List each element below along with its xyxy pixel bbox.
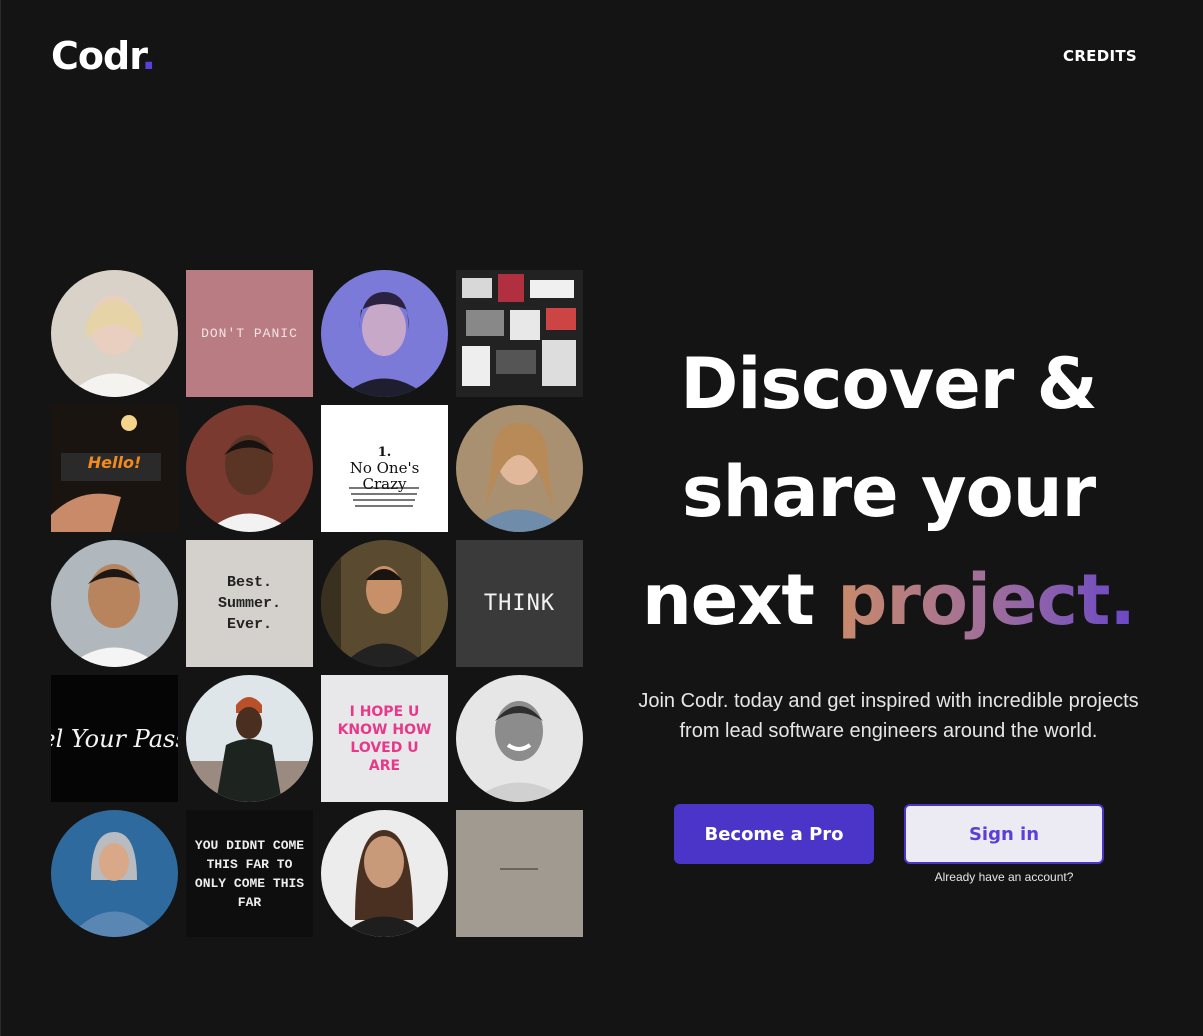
portrait-man-black-white xyxy=(456,675,583,802)
best-summer-ever-image: Best. Summer. Ever. xyxy=(186,540,313,667)
sign-in-button[interactable]: Sign in xyxy=(904,804,1104,864)
portrait-woman-smiling xyxy=(321,810,448,937)
portrait-woman-red-background xyxy=(186,405,313,532)
headline-line-1: Discover & xyxy=(680,343,1097,425)
headline-accent: project. xyxy=(837,559,1136,641)
sign-in-hint: Already have an account? xyxy=(934,870,1074,884)
logo-dot: . xyxy=(141,34,156,78)
think-chalk-image: THINK xyxy=(456,540,583,667)
logo-text: Codr xyxy=(51,34,143,78)
become-pro-button[interactable]: Become a Pro xyxy=(674,804,874,864)
portrait-blonde-woman xyxy=(51,270,178,397)
headline-line-3: next project. xyxy=(631,546,1146,654)
portrait-man-orange-beanie xyxy=(186,675,313,802)
portrait-man-forest xyxy=(321,540,448,667)
no-ones-crazy-book-image: 1. No One's Crazy xyxy=(321,405,448,532)
portrait-woman-denim-jacket xyxy=(456,405,583,532)
motivational-letterboard-image: YOU DIDNT COME THIS FAR TO ONLY COME THI… xyxy=(186,810,313,937)
hero-headline: Discover & share your next project. xyxy=(631,330,1146,654)
hello-sign-image: Hello! xyxy=(51,405,178,532)
sticker-collage-image xyxy=(456,270,583,397)
dont-panic-sign-image: DON'T PANIC xyxy=(186,270,313,397)
portrait-woman-blue-light xyxy=(321,270,448,397)
neon-love-sign-image: I HOPE U KNOW HOW LOVED U ARE xyxy=(321,675,448,802)
hero-subtitle: Join Codr. today and get inspired with i… xyxy=(638,690,1139,742)
neon-sign-image: el Your Pass xyxy=(51,675,178,802)
minimal-paper-image xyxy=(456,810,583,937)
portrait-smiling-man xyxy=(51,540,178,667)
headline-plain: next xyxy=(641,559,838,641)
image-grid: DON'T PANIC Hello! 1. No One's Crazy Bes… xyxy=(51,270,583,937)
headline-line-2: share your xyxy=(681,451,1096,533)
credits-link[interactable]: CREDITS xyxy=(1063,47,1137,65)
logo[interactable]: Codr. xyxy=(51,34,156,78)
portrait-person-blue-hoodie xyxy=(51,810,178,937)
